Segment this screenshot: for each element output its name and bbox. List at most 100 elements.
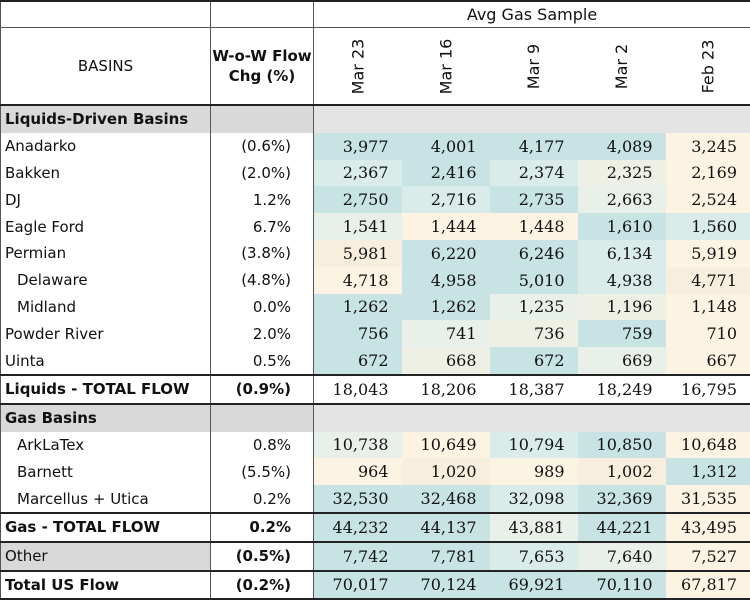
wow-change: 6.7%	[211, 213, 314, 240]
date-label: Mar 23	[348, 38, 367, 94]
wow-change: (5.5%)	[211, 458, 314, 485]
basins-column-header: BASINS	[1, 28, 211, 106]
liquids-total-label: Liquids - TOTAL FLOW	[1, 375, 211, 404]
flow-value: 10,738	[314, 432, 402, 459]
basin-name: ArkLaTex	[1, 432, 211, 459]
flow-value: 3,977	[314, 133, 402, 160]
flow-value: 759	[578, 320, 666, 347]
wow-change: 1.2%	[211, 186, 314, 213]
flow-value: 756	[314, 320, 402, 347]
wow-change-header-line1: W-o-W Flow	[211, 46, 313, 66]
section-spacer	[211, 105, 314, 133]
flow-value: 32,098	[490, 485, 578, 513]
flow-value: 2,663	[578, 186, 666, 213]
flow-value: 4,771	[666, 267, 750, 294]
gas-total-label: Gas - TOTAL FLOW	[1, 513, 211, 542]
date-column-header: Mar 16	[402, 28, 490, 106]
flow-value: 7,640	[578, 542, 666, 571]
flow-value: 1,196	[578, 294, 666, 321]
flow-value: 18,043	[314, 375, 402, 404]
flow-value: 1,148	[666, 294, 750, 321]
flow-value: 7,781	[402, 542, 490, 571]
flow-value: 964	[314, 458, 402, 485]
flow-value: 10,648	[666, 432, 750, 459]
basin-name: Delaware	[1, 267, 211, 294]
total-us-label: Total US Flow	[1, 571, 211, 600]
flow-value: 70,124	[402, 571, 490, 600]
flow-value: 44,137	[402, 513, 490, 542]
flow-value: 1,610	[578, 213, 666, 240]
flow-value: 6,220	[402, 240, 490, 267]
wow-change-header-line2: Chg (%)	[211, 66, 313, 86]
flow-value: 4,177	[490, 133, 578, 160]
wow-change: 2.0%	[211, 320, 314, 347]
header-blank	[1, 1, 211, 28]
date-label: Mar 16	[436, 38, 455, 94]
flow-value: 67,817	[666, 571, 750, 600]
flow-value: 672	[490, 347, 578, 375]
wow-change: (0.5%)	[211, 542, 314, 571]
flow-value: 7,653	[490, 542, 578, 571]
section-spacer	[211, 404, 314, 432]
flow-value: 2,367	[314, 160, 402, 187]
flow-value: 2,716	[402, 186, 490, 213]
flow-value: 10,850	[578, 432, 666, 459]
date-column-header: Mar 9	[490, 28, 578, 106]
basin-name: Permian	[1, 240, 211, 267]
wow-change: (3.8%)	[211, 240, 314, 267]
wow-change: (0.6%)	[211, 133, 314, 160]
flow-value: 741	[402, 320, 490, 347]
flow-value: 6,246	[490, 240, 578, 267]
flow-value: 1,002	[578, 458, 666, 485]
flow-value: 2,374	[490, 160, 578, 187]
flow-value: 1,541	[314, 213, 402, 240]
flow-value: 1,560	[666, 213, 750, 240]
flow-value: 5,981	[314, 240, 402, 267]
basin-name: Bakken	[1, 160, 211, 187]
flow-value: 16,795	[666, 375, 750, 404]
flow-value: 4,958	[402, 267, 490, 294]
basin-name: Marcellus + Utica	[1, 485, 211, 513]
flow-value: 5,010	[490, 267, 578, 294]
flow-value: 4,938	[578, 267, 666, 294]
flow-value: 2,325	[578, 160, 666, 187]
wow-change: 0.0%	[211, 294, 314, 321]
basin-name: Eagle Ford	[1, 213, 211, 240]
wow-change: 0.2%	[211, 485, 314, 513]
date-column-header: Mar 23	[314, 28, 402, 106]
wow-change: (0.9%)	[211, 375, 314, 404]
flow-value: 2,735	[490, 186, 578, 213]
date-column-header: Mar 2	[578, 28, 666, 106]
section-header-liquids: Liquids-Driven Basins	[1, 105, 211, 133]
section-spacer	[314, 404, 750, 432]
flow-value: 18,249	[578, 375, 666, 404]
flow-value: 710	[666, 320, 750, 347]
flow-value: 1,262	[314, 294, 402, 321]
flow-value: 70,110	[578, 571, 666, 600]
header-blank-2	[211, 1, 314, 28]
basin-name: Uinta	[1, 347, 211, 375]
basin-name: Midland	[1, 294, 211, 321]
flow-value: 667	[666, 347, 750, 375]
flow-value: 2,750	[314, 186, 402, 213]
flow-value: 1,312	[666, 458, 750, 485]
section-header-gas: Gas Basins	[1, 404, 211, 432]
flow-value: 989	[490, 458, 578, 485]
date-column-header: Feb 23	[666, 28, 750, 106]
flow-value: 1,235	[490, 294, 578, 321]
flow-value: 1,020	[402, 458, 490, 485]
flow-value: 44,232	[314, 513, 402, 542]
wow-change: 0.2%	[211, 513, 314, 542]
flow-value: 668	[402, 347, 490, 375]
wow-change: (2.0%)	[211, 160, 314, 187]
basin-name: Barnett	[1, 458, 211, 485]
wow-change: 0.8%	[211, 432, 314, 459]
wow-change: (0.2%)	[211, 571, 314, 600]
wow-change: 0.5%	[211, 347, 314, 375]
flow-value: 18,387	[490, 375, 578, 404]
flow-value: 1,448	[490, 213, 578, 240]
flow-value: 43,881	[490, 513, 578, 542]
flow-value: 5,919	[666, 240, 750, 267]
flow-value: 2,416	[402, 160, 490, 187]
flow-value: 69,921	[490, 571, 578, 600]
